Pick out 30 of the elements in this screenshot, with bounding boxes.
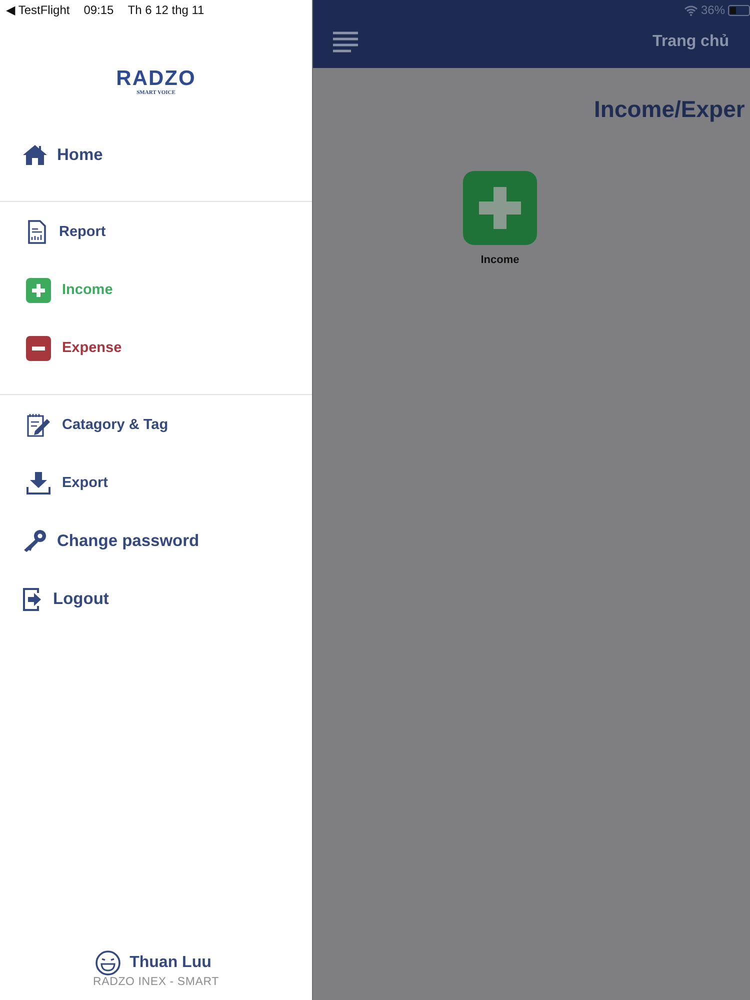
menu-item[interactable]: Change password — [0, 519, 312, 577]
plus-icon — [477, 185, 523, 231]
header-title: Trang chủ — [652, 33, 729, 51]
download-icon — [26, 471, 51, 495]
key-icon — [22, 529, 48, 553]
plus-icon — [26, 278, 51, 302]
status-date: Th 6 12 thg 11 — [128, 3, 204, 17]
menu-item[interactable]: Home — [0, 133, 312, 191]
page-title: Income/Exper — [593, 96, 746, 123]
logo-name: RADZO — [116, 68, 196, 90]
home-icon — [22, 144, 48, 166]
income-tile[interactable] — [463, 171, 537, 245]
notepad-pencil-icon — [26, 412, 51, 438]
menu-icon[interactable] — [333, 31, 358, 53]
user-name: Thuan Luu — [130, 954, 212, 972]
battery-percent: 36% — [700, 3, 725, 17]
menu-item[interactable]: Expense — [0, 326, 312, 384]
user-subtitle: RADZO INEX - SMART — [93, 976, 219, 988]
menu-item[interactable]: Logout — [0, 577, 312, 635]
menu-item[interactable]: Export — [0, 461, 312, 519]
menu-item[interactable]: Catagory & Tag — [0, 403, 312, 461]
document-icon — [26, 220, 48, 244]
minus-icon — [26, 336, 51, 360]
menu-item[interactable]: Report — [0, 210, 312, 268]
battery-icon — [728, 4, 750, 16]
wifi-icon — [684, 4, 698, 16]
grinning-face-icon — [94, 950, 121, 976]
tile-label: Income — [480, 254, 520, 266]
status-time: 09:15 — [84, 3, 114, 17]
back-link[interactable]: ◀ TestFlight — [6, 3, 70, 17]
